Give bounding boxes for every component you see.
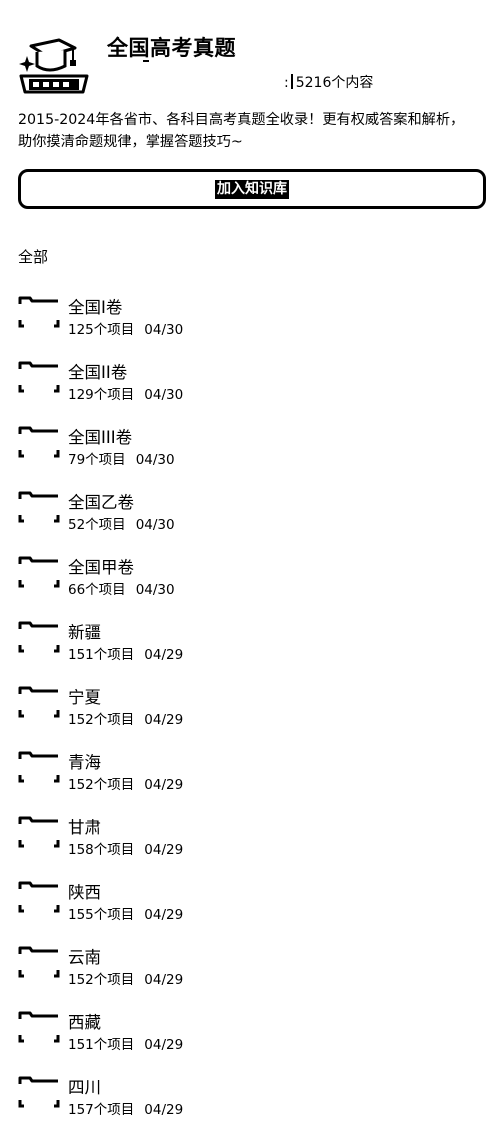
folder-date: 04/29: [144, 777, 184, 793]
folder-icon: [18, 296, 60, 328]
folder-date: 04/29: [144, 647, 184, 663]
folder-item[interactable]: 云南 152个项目 04/29: [0, 940, 497, 990]
folder-icon: [18, 881, 60, 913]
folder-name: 全国II卷: [68, 363, 128, 382]
folder-icon: [18, 751, 60, 783]
folder-date: 04/29: [144, 972, 184, 988]
folder-date: 04/30: [135, 452, 175, 468]
header: 全国高考真题 :5216个内容: [0, 0, 497, 100]
folder-meta: 157个项目 04/29: [68, 1098, 183, 1118]
folder-date: 04/30: [144, 322, 184, 338]
folder-name: 陕西: [68, 883, 101, 902]
join-knowledge-base-button[interactable]: 加入知识库: [18, 169, 486, 209]
join-button-label: 加入知识库: [215, 179, 289, 199]
folder-name: 全国III卷: [68, 428, 133, 447]
meta-prefix: :: [284, 75, 289, 91]
description-line-1: 2015-2024年各省市、各科目高考真题全收录！更有权威答案和解析，: [18, 112, 465, 128]
folder-date: 04/30: [135, 582, 175, 598]
folder-name: 宁夏: [68, 688, 101, 707]
folder-item-count: 79个项目: [68, 452, 126, 468]
folder-name: 云南: [68, 948, 101, 967]
folder-meta: 79个项目 04/30: [68, 448, 175, 468]
folder-meta: 152个项目 04/29: [68, 968, 183, 988]
folder-icon: [18, 556, 60, 588]
folder-icon: [18, 816, 60, 848]
folder-item[interactable]: 甘肃 158个项目 04/29: [0, 810, 497, 860]
folder-name: 全国乙卷: [68, 493, 134, 512]
folder-icon: [18, 686, 60, 718]
folder-item[interactable]: 新疆 151个项目 04/29: [0, 615, 497, 665]
content-count: 5216个内容: [295, 75, 374, 91]
folder-item[interactable]: 四川 157个项目 04/29: [0, 1070, 497, 1120]
folder-meta: 129个项目 04/30: [68, 383, 183, 403]
folder-item-count: 125个项目: [68, 322, 135, 338]
folder-item[interactable]: 宁夏 152个项目 04/29: [0, 680, 497, 730]
graduation-cap-logo: [19, 38, 89, 94]
folder-meta: 151个项目 04/29: [68, 1033, 183, 1053]
folder-item[interactable]: 全国乙卷 52个项目 04/30: [0, 485, 497, 535]
folder-item[interactable]: 青海 152个项目 04/29: [0, 745, 497, 795]
folder-item[interactable]: 陕西 155个项目 04/29: [0, 875, 497, 925]
folder-date: 04/29: [144, 907, 184, 923]
folder-icon: [18, 1076, 60, 1108]
folder-meta: 152个项目 04/29: [68, 773, 183, 793]
folder-meta: 152个项目 04/29: [68, 708, 183, 728]
folder-item-count: 152个项目: [68, 712, 135, 728]
folder-item-count: 151个项目: [68, 647, 135, 663]
content-meta: :5216个内容: [284, 72, 373, 92]
folder-icon: [18, 946, 60, 978]
folder-item-count: 152个项目: [68, 777, 135, 793]
folder-meta: 66个项目 04/30: [68, 578, 175, 598]
folder-icon: [18, 1011, 60, 1043]
folder-meta: 125个项目 04/30: [68, 318, 183, 338]
folder-name: 青海: [68, 753, 101, 772]
folder-item[interactable]: 全国I卷 125个项目 04/30: [0, 290, 497, 340]
folder-date: 04/30: [144, 387, 184, 403]
section-all-label: 全部: [18, 248, 49, 266]
folder-date: 04/30: [135, 517, 175, 533]
folder-item-count: 157个项目: [68, 1102, 135, 1118]
description: 2015-2024年各省市、各科目高考真题全收录！更有权威答案和解析， 助你摸清…: [18, 109, 484, 153]
folder-date: 04/29: [144, 1037, 184, 1053]
folder-date: 04/29: [144, 1102, 184, 1118]
meta-separator: [290, 74, 293, 89]
folder-icon: [18, 426, 60, 458]
folder-date: 04/29: [144, 842, 184, 858]
folder-item-count: 52个项目: [68, 517, 126, 533]
description-line-2: 助你摸清命题规律，掌握答题技巧~: [18, 134, 243, 150]
folder-name: 四川: [68, 1078, 101, 1097]
folder-item[interactable]: 西藏 151个项目 04/29: [0, 1005, 497, 1055]
folder-item-count: 129个项目: [68, 387, 135, 403]
folder-item-count: 66个项目: [68, 582, 126, 598]
folder-item[interactable]: 全国甲卷 66个项目 04/30: [0, 550, 497, 600]
folder-name: 新疆: [68, 623, 101, 642]
folder-item-count: 155个项目: [68, 907, 135, 923]
folder-item-count: 151个项目: [68, 1037, 135, 1053]
folder-meta: 151个项目 04/29: [68, 643, 183, 663]
folder-name: 甘肃: [68, 818, 101, 837]
folder-meta: 158个项目 04/29: [68, 838, 183, 858]
folder-icon: [18, 361, 60, 393]
folder-icon: [18, 621, 60, 653]
folder-item-count: 158个项目: [68, 842, 135, 858]
folder-name: 全国甲卷: [68, 558, 134, 577]
folder-meta: 52个项目 04/30: [68, 513, 175, 533]
page-title: 全国高考真题: [107, 36, 236, 60]
folder-item[interactable]: 全国III卷 79个项目 04/30: [0, 420, 497, 470]
folder-icon: [18, 491, 60, 523]
folder-name: 西藏: [68, 1013, 101, 1032]
folder-meta: 155个项目 04/29: [68, 903, 183, 923]
folder-item-count: 152个项目: [68, 972, 135, 988]
folder-name: 全国I卷: [68, 298, 123, 317]
folder-item[interactable]: 全国II卷 129个项目 04/30: [0, 355, 497, 405]
folder-date: 04/29: [144, 712, 184, 728]
title-underline-mark: [143, 60, 149, 62]
